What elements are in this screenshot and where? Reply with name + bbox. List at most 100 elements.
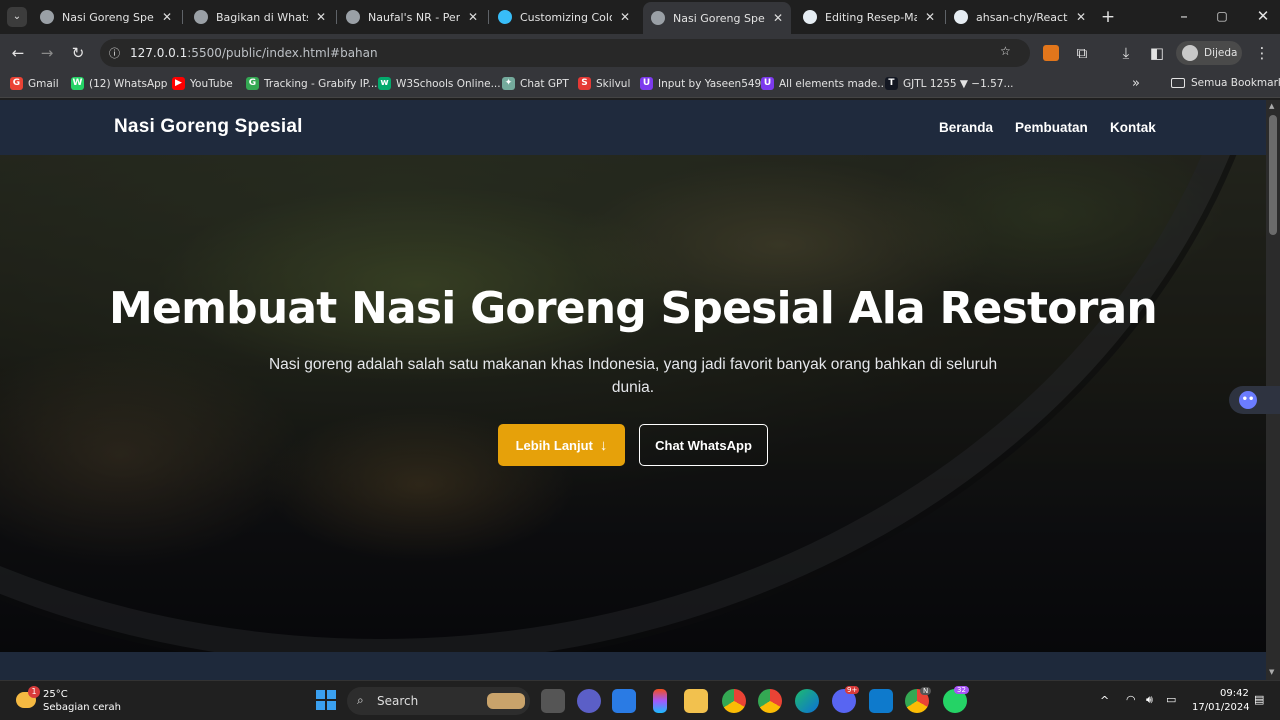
weather-widget[interactable]: 1 25°C Sebagian cerah xyxy=(14,686,124,716)
nav-link-pembuatan[interactable]: Pembuatan xyxy=(1015,120,1088,135)
side-panel-icon[interactable]: ◧ xyxy=(1147,43,1167,63)
teams-icon[interactable] xyxy=(577,689,601,713)
download-icon[interactable]: ⤓ xyxy=(1116,43,1136,63)
bookmark-star-icon[interactable]: ☆ xyxy=(1000,44,1011,58)
hero-title: Membuat Nasi Goreng Spesial Ala Restoran xyxy=(109,283,1158,334)
site-brand[interactable]: Nasi Goreng Spesial xyxy=(114,116,303,138)
bookmark-icon: ▶ xyxy=(172,77,185,90)
tab-close-icon[interactable]: ✕ xyxy=(162,10,172,24)
tab-search-icon[interactable]: ⌄ xyxy=(7,7,27,27)
vscode-icon[interactable] xyxy=(869,689,893,713)
taskbar-search-label: Search xyxy=(377,694,419,708)
edge-icon[interactable] xyxy=(795,689,819,713)
tab-0[interactable]: Nasi Goreng Spesial ✕ xyxy=(32,4,180,30)
bookmark-icon: W xyxy=(71,77,84,90)
address-bar[interactable]: ⓘ 127.0.0.1:5500/public/index.html#bahan… xyxy=(100,39,1030,67)
avatar xyxy=(1182,45,1198,61)
tab-favicon-icon xyxy=(651,11,665,25)
start-icon[interactable] xyxy=(316,690,336,710)
bookmark-icon: S xyxy=(578,77,591,90)
tab-close-icon[interactable]: ✕ xyxy=(620,10,630,24)
scroll-down-icon[interactable]: ▼ xyxy=(1269,668,1274,676)
file-explorer-icon[interactable] xyxy=(684,689,708,713)
wifi-icon[interactable]: ◠ xyxy=(1126,693,1136,706)
tab-title: ahsan-chy/React-JS xyxy=(976,10,1068,24)
chrome-icon[interactable] xyxy=(722,689,746,713)
bookmark-item[interactable]: w W3Schools Online... xyxy=(378,77,501,90)
bookmark-item[interactable]: G Tracking - Grabify IP... xyxy=(246,77,378,90)
tab-favicon-icon xyxy=(498,10,512,24)
site-info-icon[interactable]: ⓘ xyxy=(109,45,120,61)
volume-icon[interactable]: 🔊︎ xyxy=(1146,693,1153,707)
bookmark-label: YouTube xyxy=(190,77,233,90)
weather-badge: 1 xyxy=(28,686,40,698)
windows-taskbar: 1 25°C Sebagian cerah ⌕ Search 9+ N 32 ^… xyxy=(0,680,1280,720)
reload-icon[interactable]: ↻ xyxy=(68,43,88,63)
nav-link-kontak[interactable]: Kontak xyxy=(1110,120,1156,135)
tab-close-icon[interactable]: ✕ xyxy=(468,10,478,24)
folder-icon xyxy=(1171,78,1185,88)
task-view-icon[interactable] xyxy=(541,689,565,713)
scrollbar-thumb[interactable] xyxy=(1269,115,1277,235)
tab-close-icon[interactable]: ✕ xyxy=(925,10,935,24)
menu-icon[interactable]: ⋮ xyxy=(1252,43,1272,63)
clock-time[interactable]: 09:42 xyxy=(1220,688,1249,699)
profile-button[interactable]: Dijeda xyxy=(1176,41,1242,65)
bookmarks-bar: G Gmail W (12) WhatsApp ▶ YouTube G Tracking - … xyxy=(0,72,1280,98)
learn-more-label: Lebih Lanjut xyxy=(515,437,593,453)
bookmark-item[interactable]: W (12) WhatsApp xyxy=(71,77,167,90)
battery-icon[interactable]: ▭ xyxy=(1166,693,1176,706)
tab-5[interactable]: Editing Resep-Makan ✕ xyxy=(795,4,943,30)
tab-1[interactable]: Bagikan di WhatsApp ✕ xyxy=(186,4,334,30)
learn-more-button[interactable]: Lebih Lanjut ↓ xyxy=(498,424,625,466)
scroll-up-icon[interactable]: ▲ xyxy=(1269,102,1274,110)
tab-2[interactable]: Naufal's NR - Personal ✕ xyxy=(338,4,486,30)
metamask-icon[interactable] xyxy=(1043,45,1059,61)
site-navbar: Nasi Goreng Spesial Beranda Pembuatan Ko… xyxy=(0,100,1266,155)
tab-favicon-icon xyxy=(954,10,968,24)
tab-title: Editing Resep-Makan xyxy=(825,10,917,24)
chrome-icon-2[interactable] xyxy=(758,689,782,713)
clock-date[interactable]: 17/01/2024 xyxy=(1192,702,1250,713)
chat-widget-button[interactable]: •• xyxy=(1229,386,1280,414)
chat-whatsapp-button[interactable]: Chat WhatsApp xyxy=(639,424,768,466)
store-icon[interactable] xyxy=(612,689,636,713)
bookmark-item[interactable]: T GJTL 1255 ▼ −1.57... xyxy=(885,77,1014,90)
tab-close-icon[interactable]: ✕ xyxy=(773,11,783,25)
nav-link-beranda[interactable]: Beranda xyxy=(939,120,993,135)
tab-close-icon[interactable]: ✕ xyxy=(1076,10,1086,24)
notification-icon[interactable]: ▤ xyxy=(1254,693,1264,706)
bookmark-item[interactable]: ▶ YouTube xyxy=(172,77,233,90)
bookmarks-more-button[interactable]: » xyxy=(1132,76,1140,91)
bookmark-label: GJTL 1255 ▼ −1.57... xyxy=(903,77,1014,90)
minimize-icon[interactable]: – xyxy=(1174,6,1194,26)
taskbar-search[interactable]: ⌕ Search xyxy=(347,687,530,715)
bookmark-item[interactable]: U All elements made... xyxy=(761,77,887,90)
close-window-icon[interactable]: ✕ xyxy=(1253,6,1273,26)
back-icon[interactable]: ← xyxy=(8,43,28,63)
bookmark-label: Gmail xyxy=(28,77,59,90)
tab-separator xyxy=(336,10,337,24)
next-section xyxy=(0,652,1266,680)
tab-close-icon[interactable]: ✕ xyxy=(316,10,326,24)
whatsapp-badge: 32 xyxy=(954,686,969,694)
bookmark-item[interactable]: G Gmail xyxy=(10,77,59,90)
tray-chevron-icon[interactable]: ^ xyxy=(1100,694,1109,707)
figma-icon[interactable] xyxy=(653,689,667,713)
tab-title: Nasi Goreng Spesial xyxy=(62,10,154,24)
bookmark-item[interactable]: U Input by Yaseen549 xyxy=(640,77,761,90)
extensions-icon[interactable]: ⧉ xyxy=(1072,43,1092,63)
tab-4[interactable]: Nasi Goreng Spesial ✕ xyxy=(643,2,791,34)
bookmark-label: Skilvul xyxy=(596,77,631,90)
bookmark-item[interactable]: ✦ Chat GPT xyxy=(502,77,569,90)
bookmark-icon: G xyxy=(10,77,23,90)
tab-6[interactable]: ahsan-chy/React-JS ✕ xyxy=(946,4,1094,30)
all-bookmarks-folder[interactable]: Semua Bookmark xyxy=(1171,77,1280,89)
maximize-icon[interactable]: ▢ xyxy=(1212,6,1232,26)
bookmark-icon: U xyxy=(761,77,774,90)
new-tab-button[interactable]: + xyxy=(1098,7,1118,27)
tab-favicon-icon xyxy=(346,10,360,24)
bookmark-item[interactable]: S Skilvul xyxy=(578,77,630,90)
forward-icon[interactable]: → xyxy=(37,43,57,63)
tab-3[interactable]: Customizing Colors ✕ xyxy=(490,4,638,30)
